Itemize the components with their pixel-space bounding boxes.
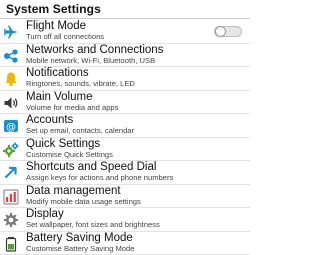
settings-item-accounts[interactable]: @ Accounts Set up email, contacts, calen…	[0, 114, 250, 138]
speaker-icon	[3, 95, 19, 111]
bell-icon	[3, 71, 19, 87]
item-subtitle: Turn off all connections	[26, 32, 104, 42]
settings-item-display[interactable]: Display Set wallpaper, font sizes and br…	[0, 208, 250, 232]
settings-item-notifications[interactable]: Notifications Ringtones, sounds, vibrate…	[0, 67, 250, 91]
app-header: System Settings	[0, 0, 250, 18]
item-subtitle: Customise Quick Settings	[26, 150, 113, 160]
settings-item-flight-mode[interactable]: Flight Mode Turn off all connections	[0, 20, 250, 44]
network-icon	[3, 48, 19, 64]
page-title: System Settings	[6, 2, 101, 16]
item-subtitle: Set wallpaper, font sizes and brightness	[26, 220, 160, 230]
keyboard-shortcut-icon	[3, 165, 19, 181]
settings-item-main-volume[interactable]: Main Volume Volume for media and apps	[0, 91, 250, 115]
item-subtitle: Customise Battery Saving Mode	[26, 244, 134, 254]
toggle-knob	[215, 26, 226, 37]
at-sign-icon: @	[3, 118, 19, 134]
item-subtitle: Assign keys for actions and phone number…	[26, 173, 173, 183]
settings-item-networks[interactable]: Networks and Connections Mobile network,…	[0, 44, 250, 68]
settings-list: Flight Mode Turn off all connections Net…	[0, 20, 250, 255]
settings-item-data-management[interactable]: Data management Modify mobile data usage…	[0, 185, 250, 209]
settings-item-battery-saving[interactable]: Battery Saving Mode Customise Battery Sa…	[0, 232, 250, 255]
battery-icon	[3, 236, 19, 252]
flight-mode-toggle[interactable]	[214, 26, 242, 37]
item-subtitle: Modify mobile data usage settings	[26, 197, 141, 207]
gear-icon	[3, 142, 19, 158]
display-gear-icon	[3, 212, 19, 228]
settings-item-quick-settings[interactable]: Quick Settings Customise Quick Settings	[0, 138, 250, 162]
item-subtitle: Mobile network, Wi-Fi, Bluetooth, USB	[26, 56, 155, 66]
item-subtitle: Ringtones, sounds, vibrate, LED	[26, 79, 135, 89]
item-subtitle: Set up email, contacts, calendar	[26, 126, 134, 136]
svg-text:@: @	[6, 122, 16, 133]
header-divider	[0, 18, 250, 19]
airplane-icon	[3, 24, 19, 40]
data-chart-icon	[3, 189, 19, 205]
settings-item-shortcuts[interactable]: Shortcuts and Speed Dial Assign keys for…	[0, 161, 250, 185]
item-subtitle: Volume for media and apps	[26, 103, 118, 113]
